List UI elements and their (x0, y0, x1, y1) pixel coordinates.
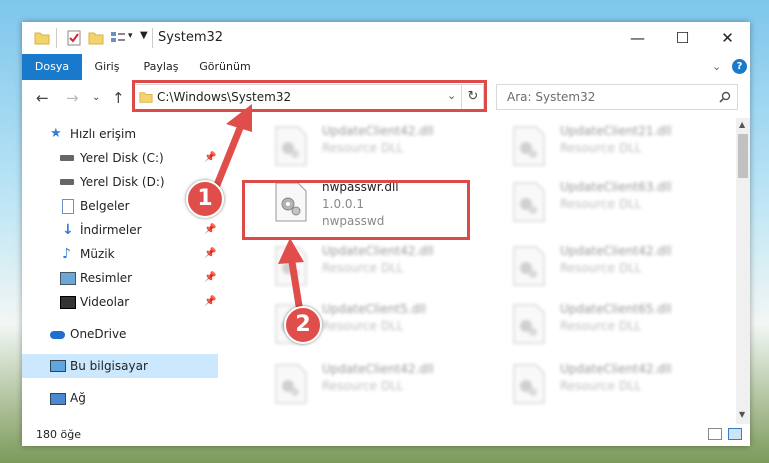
arrow-1 (211, 104, 252, 194)
annotation-arrows (211, 104, 304, 316)
arrow-2 (278, 238, 304, 316)
step-2-badge: 2 (284, 306, 322, 344)
step-1-badge: 1 (186, 180, 224, 218)
